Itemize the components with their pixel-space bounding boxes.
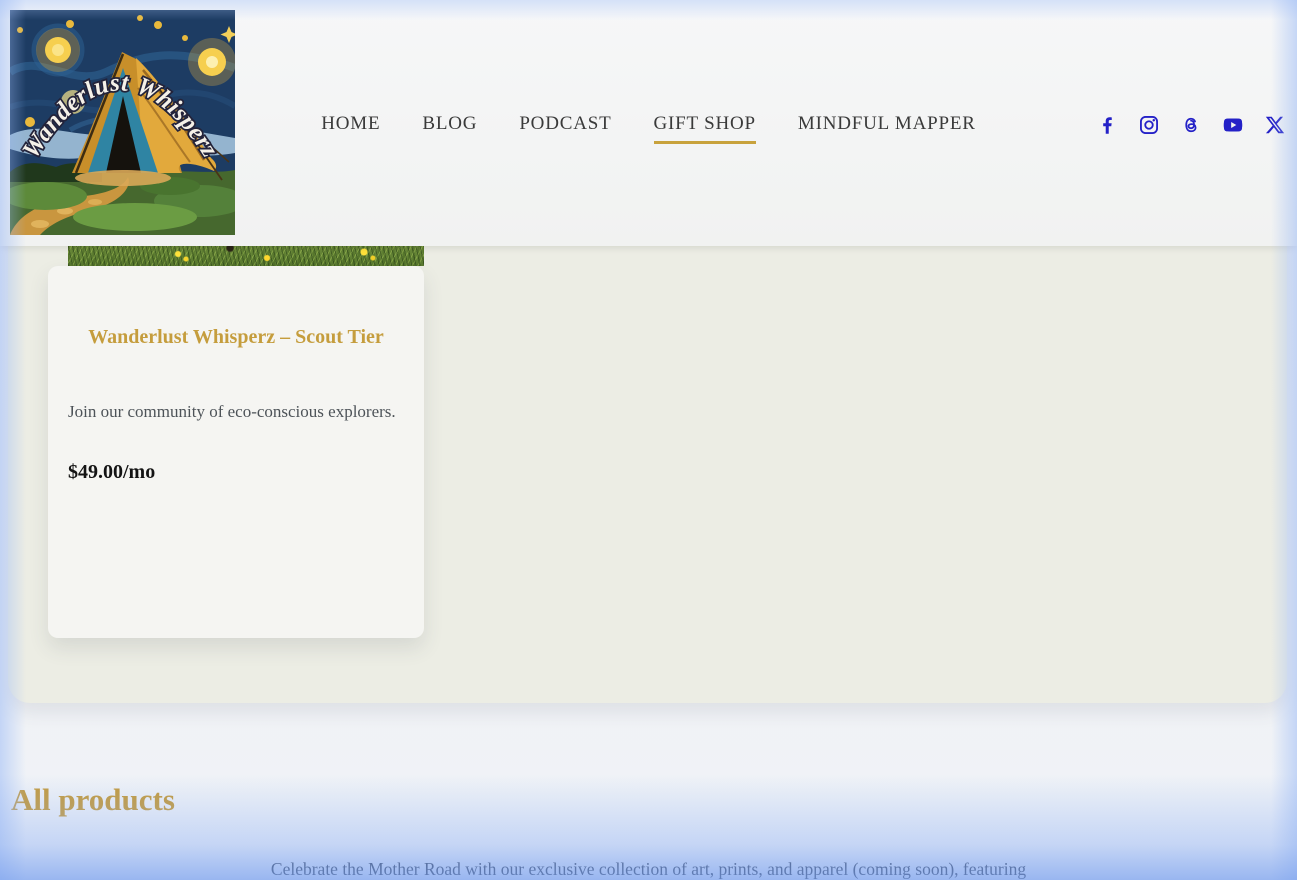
nav-home[interactable]: HOME <box>321 113 380 144</box>
nav-podcast[interactable]: PODCAST <box>519 113 611 144</box>
page: Wanderlust Whisperz HOME BLOG PODCAST GI… <box>0 0 1297 880</box>
instagram-icon[interactable] <box>1138 114 1160 136</box>
social-links <box>1096 114 1286 136</box>
nav-mindful-mapper[interactable]: MINDFUL MAPPER <box>798 113 976 144</box>
youtube-icon[interactable] <box>1222 114 1244 136</box>
threads-icon[interactable] <box>1180 114 1202 136</box>
product-price: $49.00/mo <box>68 461 156 483</box>
nav-gift-shop[interactable]: GIFT SHOP <box>653 113 756 144</box>
product-image-grass[interactable] <box>68 245 424 266</box>
product-card[interactable]: Wanderlust Whisperz – Scout Tier Join ou… <box>48 266 424 638</box>
product-title[interactable]: Wanderlust Whisperz – Scout Tier <box>84 324 388 351</box>
facebook-icon[interactable] <box>1096 114 1118 136</box>
all-products-heading: All products <box>11 782 175 817</box>
site-header: Wanderlust Whisperz HOME BLOG PODCAST GI… <box>0 0 1297 246</box>
x-icon[interactable] <box>1264 114 1286 136</box>
product-description: Join our community of eco-conscious expl… <box>68 402 396 421</box>
nav-blog[interactable]: BLOG <box>422 113 477 144</box>
products-intro-text: Celebrate the Mother Road with our exclu… <box>270 859 1027 879</box>
